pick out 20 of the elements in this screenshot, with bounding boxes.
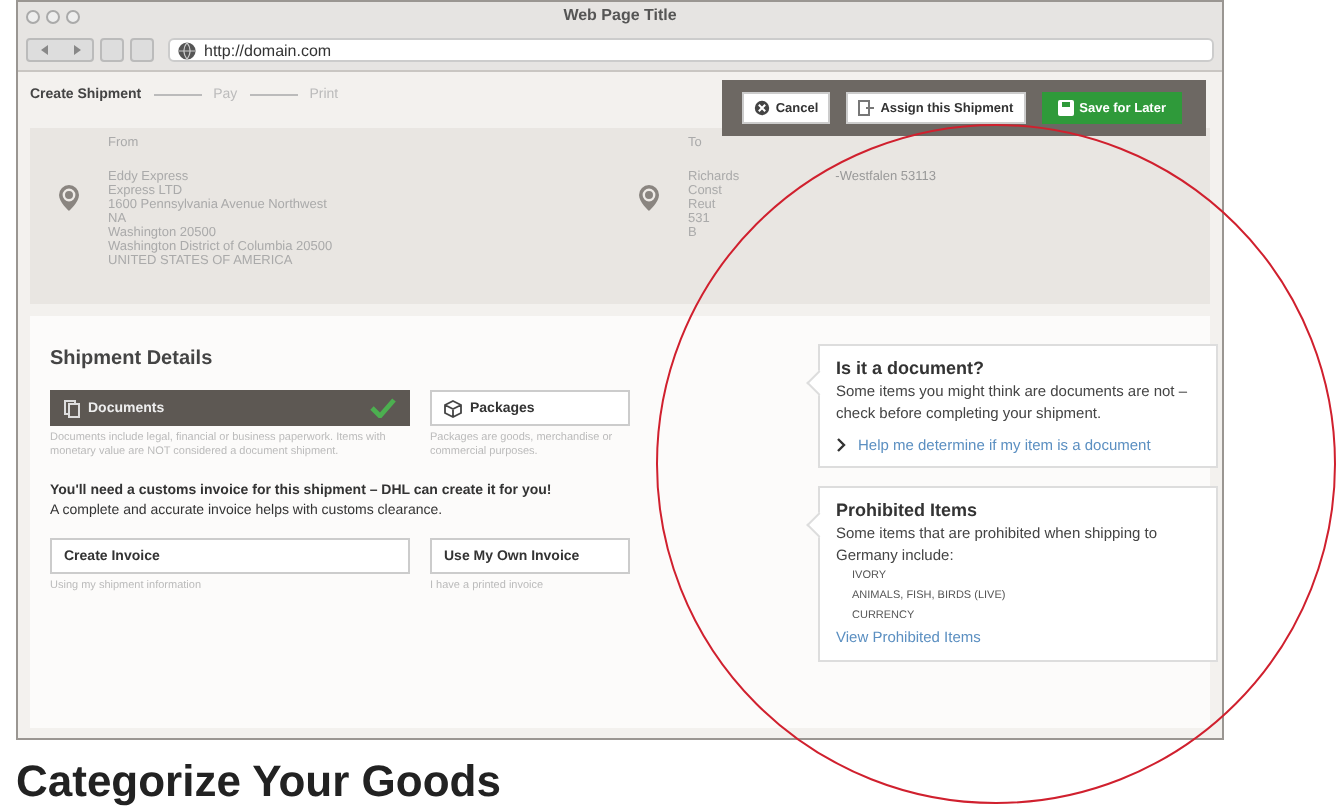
window-title: Web Page Title xyxy=(563,4,677,28)
document-icon xyxy=(858,100,875,116)
chevron-icon xyxy=(836,438,846,452)
toolbar-button[interactable] xyxy=(130,38,154,62)
address-bar[interactable]: http://domain.com xyxy=(168,38,1214,62)
help-title: Is it a document? xyxy=(836,358,987,380)
globe-icon xyxy=(178,41,196,59)
section-heading: Categorize Your Goods xyxy=(16,756,503,808)
location-pin-icon xyxy=(638,184,660,212)
package-icon xyxy=(444,399,462,417)
forward-button[interactable] xyxy=(71,44,81,56)
cancel-icon xyxy=(753,100,770,116)
document-icon xyxy=(64,399,80,417)
section-title: Shipment Details xyxy=(50,348,215,370)
toolbar-button[interactable] xyxy=(100,38,124,62)
help-title: Prohibited Items xyxy=(836,500,980,522)
back-button[interactable] xyxy=(39,44,49,56)
checkmark-icon xyxy=(370,398,396,418)
location-pin-icon xyxy=(58,184,80,212)
save-icon xyxy=(1057,100,1074,116)
